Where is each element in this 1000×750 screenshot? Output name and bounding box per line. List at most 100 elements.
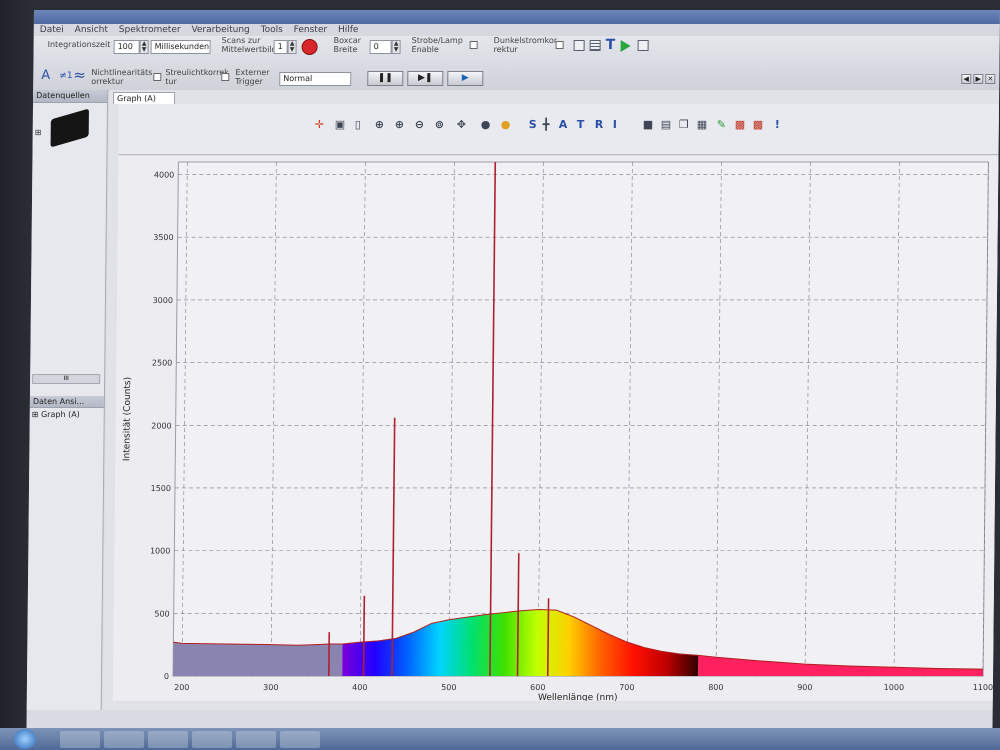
toolbar-close-button[interactable]: ✕ <box>985 74 996 84</box>
export-image-icon[interactable]: ▩ <box>735 118 746 131</box>
menu-ansicht[interactable]: Ansicht <box>75 25 108 35</box>
data-views-header: Daten Ansi... <box>29 396 104 408</box>
y-tick-label: 1000 <box>150 547 170 556</box>
dark-correction-checkbox[interactable] <box>555 41 564 49</box>
info-icon[interactable]: ! <box>775 118 780 131</box>
graph-tab-label: Graph (A) <box>117 94 156 103</box>
strobe-label: Strobe/Lamp Enable <box>412 36 463 54</box>
nonlinearity-checkbox[interactable] <box>153 73 162 81</box>
menu-datei[interactable]: Datei <box>40 25 64 35</box>
title-bar <box>33 10 1000 24</box>
y-tick-label: 3500 <box>153 233 173 242</box>
boxcar-width-input[interactable]: 0 <box>369 40 392 54</box>
spectrum-plot[interactable]: 200 300 400 500 600 700 800 900 1000 1100 0 500 1000… <box>112 156 999 703</box>
zoom-fit-icon[interactable]: ⊚ <box>435 118 444 131</box>
menu-fenster[interactable]: Fenster <box>294 25 327 35</box>
delete-icon[interactable]: ▩ <box>753 118 764 131</box>
stray-label-line1: Streulichtkorrek <box>165 68 229 77</box>
scrollbar-grip: III <box>63 375 69 382</box>
run-button[interactable]: ▶ <box>447 71 484 86</box>
taskbar-explorer-icon[interactable] <box>104 731 144 748</box>
tool-a[interactable]: A <box>559 118 568 131</box>
image-icon[interactable] <box>573 40 585 51</box>
tree-expand-icon[interactable]: ⊞ <box>35 128 42 137</box>
y-axis-label: Intensität (Counts) <box>122 377 133 461</box>
menu-tools[interactable]: Tools <box>261 25 283 35</box>
left-panel: Datenquellen ⊞ III Daten Ansi... ⊞ Graph… <box>26 90 109 710</box>
taskbar-media-icon[interactable] <box>192 731 232 748</box>
menu-hilfe[interactable]: Hilfe <box>338 25 359 35</box>
dark-label-line1: Dunkelstromkor <box>493 36 558 45</box>
play-color-icon[interactable] <box>620 40 631 52</box>
strobe-checkbox[interactable] <box>469 41 478 49</box>
text-tool-icon[interactable]: A <box>41 68 50 83</box>
x-axis-label: Wellenlänge (nm) <box>538 693 618 701</box>
stray-light-checkbox[interactable] <box>221 73 230 81</box>
time-unit-select[interactable]: Millisekunden <box>150 40 211 54</box>
tree-item-graph-a[interactable]: ⊞ Graph (A) <box>32 410 80 419</box>
horizontal-scrollbar[interactable]: III <box>32 374 101 384</box>
x-tick-label: 400 <box>352 683 367 692</box>
scroll-left-button[interactable]: ◀ <box>961 74 972 84</box>
menu-spektrometer[interactable]: Spektrometer <box>119 25 181 35</box>
start-button-icon[interactable] <box>14 729 36 749</box>
tool-t[interactable]: T <box>577 118 585 131</box>
data-views-title: Daten Ansi... <box>32 397 85 406</box>
export-icon[interactable] <box>637 40 649 51</box>
tool-r[interactable]: R <box>595 118 604 131</box>
nonlin-label-line1: Nichtlinearitäts <box>91 68 153 77</box>
app-window: Datei Ansicht Spektrometer Verarbeitung … <box>26 10 1000 750</box>
chart-edit-icon[interactable]: ✎ <box>717 118 726 131</box>
x-tick-label: 500 <box>441 683 456 692</box>
boxcar-label: Boxcar Breite <box>334 36 362 54</box>
taskbar-ie-icon[interactable] <box>60 731 100 748</box>
menu-verarbeitung[interactable]: Verarbeitung <box>191 25 249 35</box>
stop-icon[interactable] <box>301 39 318 55</box>
save-icon[interactable]: ■ <box>643 118 654 131</box>
bulb-light-icon[interactable]: ● <box>501 118 511 131</box>
wave-tool-icon[interactable]: ≈ <box>73 66 86 84</box>
data-sources-title: Datenquellen <box>36 91 90 100</box>
table-icon[interactable] <box>589 40 601 51</box>
bulb-dark-icon[interactable]: ● <box>481 118 491 131</box>
tool-i[interactable]: I <box>613 118 617 131</box>
print-icon[interactable]: ▤ <box>661 118 672 131</box>
y-tick-label: 1500 <box>151 484 171 493</box>
boxcar-label-line2: Breite <box>333 45 358 54</box>
graph-tab[interactable]: Graph (A) <box>113 92 176 104</box>
integration-time-input[interactable]: 100 <box>113 40 140 54</box>
strobe-label-line1: Strobe/Lamp <box>411 36 463 45</box>
probe-icon[interactable]: ╋ <box>543 118 550 131</box>
spectrum-chart[interactable]: 200 300 400 500 600 700 800 900 1000 1100 0 500 1000… <box>113 156 999 703</box>
text-t-icon[interactable]: T <box>606 37 616 53</box>
scans-average-input[interactable]: 1 <box>273 40 288 54</box>
step-button[interactable]: ▶❚ <box>407 71 444 86</box>
scans-label-line1: Scans zur <box>221 36 261 45</box>
copy-icon[interactable]: ❐ <box>679 118 689 131</box>
scroll-right-button[interactable]: ▶ <box>973 74 984 84</box>
y-tick-label: 2500 <box>152 359 172 368</box>
pan-icon[interactable]: ✥ <box>457 118 466 131</box>
pause-button[interactable]: ❚❚ <box>367 71 404 86</box>
integration-spinner[interactable]: ▲ ▼ <box>139 40 149 54</box>
plot-frame <box>172 161 989 677</box>
spectrometer-device-icon[interactable] <box>50 108 89 148</box>
scans-spinner[interactable]: ▲ ▼ <box>287 40 297 54</box>
trigger-mode-select[interactable]: Normal <box>279 72 352 86</box>
zoom-out-icon[interactable]: ⊖ <box>415 118 424 131</box>
zoom-in-alt-icon[interactable]: ⊕ <box>395 118 404 131</box>
tool-s[interactable]: S <box>529 118 537 131</box>
y-tick-label: 3000 <box>153 296 173 305</box>
x-tick-label: 700 <box>619 683 634 692</box>
hash-tool-icon[interactable]: ≠1 <box>59 71 72 81</box>
zoom-vertical-icon[interactable]: ▯ <box>355 118 361 131</box>
taskbar-spectra-icon[interactable] <box>236 731 276 748</box>
y-tick-label: 2000 <box>151 421 171 430</box>
clipboard-icon[interactable]: ▦ <box>697 118 708 131</box>
zoom-box-icon[interactable]: ▣ <box>335 118 346 131</box>
zoom-in-icon[interactable]: ⊕ <box>375 118 384 131</box>
crosshair-icon[interactable]: ✛ <box>315 118 324 131</box>
taskbar-app-icon[interactable] <box>148 731 188 748</box>
boxcar-spinner[interactable]: ▲ ▼ <box>391 40 401 54</box>
taskbar-misc-icon[interactable] <box>280 731 320 748</box>
